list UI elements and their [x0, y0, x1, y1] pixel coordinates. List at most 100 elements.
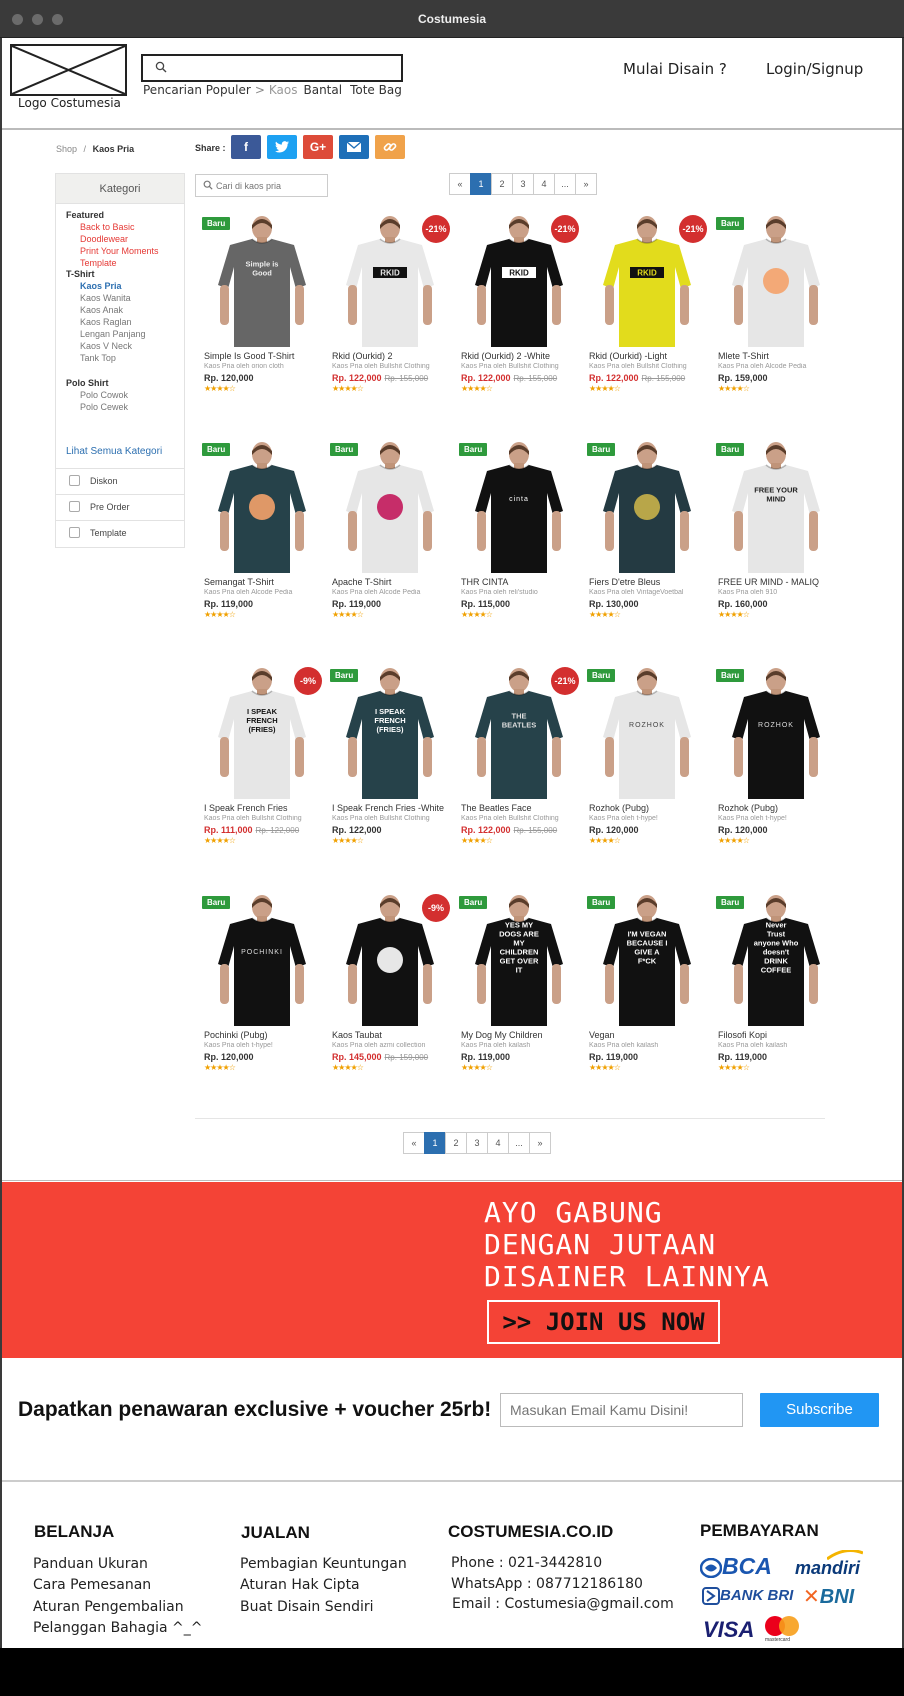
product-image[interactable]: POCHINKI [202, 894, 322, 1026]
page-button[interactable]: ... [554, 173, 576, 195]
product-card[interactable]: Never Trust anyone Who doesn't DRINK COFFEE B… [716, 894, 836, 1089]
product-image[interactable] [202, 441, 322, 573]
popular-tag-bantal[interactable]: Bantal [303, 83, 342, 97]
footer-link[interactable]: Pembagian Keuntungan [240, 1556, 407, 1572]
footer-link[interactable]: Pelanggan Bahagia ^_^ [33, 1620, 202, 1636]
filter-diskon[interactable]: Diskon [56, 468, 184, 493]
page-button[interactable]: « [403, 1132, 425, 1154]
share-email-button[interactable] [339, 135, 369, 159]
logo-placeholder[interactable] [10, 44, 127, 96]
product-name[interactable]: FREE UR MIND - MALIQ [718, 577, 836, 587]
product-name[interactable]: Apache T-Shirt [332, 577, 450, 587]
pre-order-checkbox[interactable] [69, 501, 80, 512]
product-name[interactable]: Vegan [589, 1030, 707, 1040]
product-name[interactable]: My Dog My Children [461, 1030, 579, 1040]
product-image[interactable]: ROZHOK [716, 667, 836, 799]
page-button[interactable]: » [529, 1132, 551, 1154]
page-button[interactable]: 3 [512, 173, 534, 195]
product-card[interactable]: Baru Semangat T-Shirt Kaos Pria oleh Alcod… [202, 441, 322, 636]
product-search-input[interactable] [216, 178, 324, 194]
page-button[interactable]: 2 [445, 1132, 467, 1154]
product-card[interactable]: ROZHOK Baru Rozhok (Pubg) Kaos Pria oleh t… [587, 667, 707, 862]
category-item-template[interactable]: Template [80, 258, 117, 268]
product-card[interactable]: I SPEAK FRENCH (FRIES) Baru I Speak French … [330, 667, 450, 862]
filter-pre-order[interactable]: Pre Order [56, 494, 184, 519]
product-image[interactable]: FREE YOUR MIND [716, 441, 836, 573]
product-card[interactable]: THE BEATLES -21% The Beatles Face Kaos Pria… [459, 667, 579, 862]
product-image[interactable]: I SPEAK FRENCH (FRIES) [330, 667, 450, 799]
product-name[interactable]: Kaos Taubat [332, 1030, 450, 1040]
product-name[interactable]: Pochinki (Pubg) [204, 1030, 322, 1040]
product-card[interactable]: I SPEAK FRENCH (FRIES) -9% I Speak French F… [202, 667, 322, 862]
filter-template[interactable]: Template [56, 520, 184, 545]
product-card[interactable]: POCHINKI Baru Pochinki (Pubg) Kaos Pria ol… [202, 894, 322, 1089]
footer-link[interactable]: Panduan Ukuran [33, 1556, 148, 1572]
product-name[interactable]: Mlete T-Shirt [718, 351, 836, 361]
product-name[interactable]: Rozhok (Pubg) [589, 803, 707, 813]
join-us-button[interactable]: >> JOIN US NOW [487, 1300, 720, 1344]
page-button[interactable]: 4 [533, 173, 555, 195]
footer-link[interactable]: Cara Pemesanan [33, 1577, 151, 1593]
page-button[interactable]: 2 [491, 173, 513, 195]
product-name[interactable]: Rkid (Ourkid) -Light [589, 351, 707, 361]
product-image[interactable]: YES MY DOGS ARE MY CHILDREN GET OVER IT [459, 894, 579, 1026]
product-name[interactable]: The Beatles Face [461, 803, 579, 813]
category-item-doodlewear[interactable]: Doodlewear [80, 234, 128, 244]
page-button[interactable]: ... [508, 1132, 530, 1154]
product-card[interactable]: Simple is Good Baru Simple Is Good T-Shirt… [202, 215, 322, 410]
product-card[interactable]: YES MY DOGS ARE MY CHILDREN GET OVER IT Baru M… [459, 894, 579, 1089]
category-item-kaos-wanita[interactable]: Kaos Wanita [80, 293, 131, 303]
product-card[interactable]: FREE YOUR MIND Baru FREE UR MIND - MALIQ Ka… [716, 441, 836, 636]
product-card[interactable]: Baru Fiers D'etre Bleus Kaos Pria oleh Vin… [587, 441, 707, 636]
category-item-lengan-panjang[interactable]: Lengan Panjang [80, 329, 146, 339]
footer-link[interactable]: Buat Disain Sendiri [240, 1599, 374, 1615]
diskon-checkbox[interactable] [69, 475, 80, 486]
product-card[interactable]: RKID -21% Rkid (Ourkid) 2 -White Kaos Pria… [459, 215, 579, 410]
breadcrumb-shop[interactable]: Shop [56, 144, 77, 154]
product-name[interactable]: Rozhok (Pubg) [718, 803, 836, 813]
product-image[interactable]: I'M VEGAN BECAUSE I GIVE A F*CK [587, 894, 707, 1026]
product-card[interactable]: I'M VEGAN BECAUSE I GIVE A F*CK Baru Vegan Ka… [587, 894, 707, 1089]
popular-tag-tote-bag[interactable]: Tote Bag [350, 83, 402, 97]
product-card[interactable]: cinta Baru THR CINTA Kaos Pria oleh reli's… [459, 441, 579, 636]
product-card[interactable]: RKID -21% Rkid (Ourkid) -Light Kaos Pria o… [587, 215, 707, 410]
product-image[interactable]: Simple is Good [202, 215, 322, 347]
popular-tag-kaos[interactable]: Kaos [269, 83, 298, 97]
page-button[interactable]: 1 [470, 173, 492, 195]
product-card[interactable]: RKID -21% Rkid (Ourkid) 2 Kaos Pria oleh B… [330, 215, 450, 410]
share-twitter-button[interactable] [267, 135, 297, 159]
category-item-polo-cewek[interactable]: Polo Cewek [80, 402, 128, 412]
share-link-button[interactable] [375, 135, 405, 159]
product-image[interactable]: cinta [459, 441, 579, 573]
product-card[interactable]: ROZHOK Baru Rozhok (Pubg) Kaos Pria oleh t… [716, 667, 836, 862]
product-search-box[interactable] [195, 174, 328, 197]
product-name[interactable]: Rkid (Ourkid) 2 [332, 351, 450, 361]
category-item-back-to-basic[interactable]: Back to Basic [80, 222, 135, 232]
product-name[interactable]: I Speak French Fries -White [332, 803, 450, 813]
product-image[interactable] [330, 441, 450, 573]
main-search-box[interactable] [141, 54, 403, 82]
category-item-kaos-raglan[interactable]: Kaos Raglan [80, 317, 132, 327]
see-all-categories-link[interactable]: Lihat Semua Kategori [66, 446, 162, 457]
product-name[interactable]: Rkid (Ourkid) 2 -White [461, 351, 579, 361]
share-facebook-button[interactable]: f [231, 135, 261, 159]
page-button[interactable]: » [575, 173, 597, 195]
page-button[interactable]: 4 [487, 1132, 509, 1154]
page-button[interactable]: 1 [424, 1132, 446, 1154]
product-name[interactable]: THR CINTA [461, 577, 579, 587]
login-signup-link[interactable]: Login/Signup [766, 60, 863, 78]
product-name[interactable]: Semangat T-Shirt [204, 577, 322, 587]
product-card[interactable]: Baru Mlete T-Shirt Kaos Pria oleh Alcode P… [716, 215, 836, 410]
page-button[interactable]: « [449, 173, 471, 195]
product-image[interactable] [716, 215, 836, 347]
category-item-tank-top[interactable]: Tank Top [80, 353, 116, 363]
category-item-print-your-moments[interactable]: Print Your Moments [80, 246, 159, 256]
category-item-kaos-v-neck[interactable]: Kaos V Neck [80, 341, 132, 351]
category-item-kaos-anak[interactable]: Kaos Anak [80, 305, 123, 315]
category-item-polo-cowok[interactable]: Polo Cowok [80, 390, 128, 400]
footer-link[interactable]: Aturan Pengembalian [33, 1599, 184, 1615]
product-image[interactable] [587, 441, 707, 573]
product-name[interactable]: Fiers D'etre Bleus [589, 577, 707, 587]
product-card[interactable]: -9% Kaos Taubat Kaos Pria oleh azmi collec… [330, 894, 450, 1089]
main-search-input[interactable] [175, 59, 395, 79]
